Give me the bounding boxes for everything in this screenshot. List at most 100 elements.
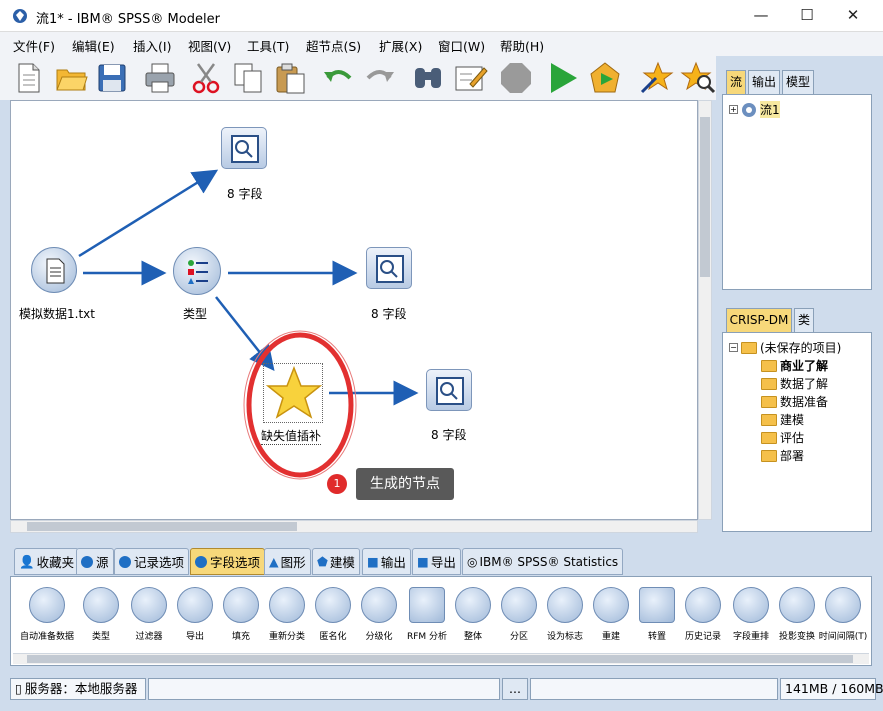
link-source-table <box>78 169 219 258</box>
binoculars-icon[interactable] <box>410 60 446 96</box>
tab-sources[interactable]: 源 <box>76 548 114 575</box>
folder-icon <box>761 395 777 408</box>
statistics-icon: ◎ <box>467 554 478 569</box>
redo-icon[interactable] <box>362 60 398 96</box>
palette-scrollbar[interactable] <box>13 653 869 664</box>
type-node[interactable] <box>173 247 221 295</box>
open-folder-icon[interactable] <box>53 60 89 96</box>
source-node-label: 模拟数据1.txt <box>19 307 95 321</box>
restructure-icon <box>593 587 629 623</box>
project-tree: − (未保存的项目) 商业了解 数据了解 数据准备 建模 评估 部署 <box>722 332 872 532</box>
ensemble-icon <box>455 587 491 623</box>
stream-item[interactable]: + 流1 <box>729 101 780 118</box>
table-icon <box>231 135 259 163</box>
tab-modeling[interactable]: ⬟ 建模 <box>312 548 360 575</box>
project-item[interactable]: 数据准备 <box>761 393 828 410</box>
zoom-star-icon[interactable] <box>680 60 716 96</box>
palette-node[interactable]: 时间间隔(T) <box>813 587 873 642</box>
stream-connections <box>78 169 419 480</box>
binning-icon <box>361 587 397 623</box>
square-icon: ■ <box>367 554 379 569</box>
project-item[interactable]: 部署 <box>761 447 804 464</box>
project-item[interactable]: 商业了解 <box>761 357 828 374</box>
stream-tree: + 流1 <box>722 94 872 290</box>
menu-tools[interactable]: 工具(T) <box>247 36 289 55</box>
run-icon[interactable] <box>545 60 581 96</box>
tab-streams[interactable]: 流 <box>726 70 746 94</box>
project-item[interactable]: 数据了解 <box>761 375 828 392</box>
tab-record-ops[interactable]: 记录选项 <box>114 548 190 575</box>
sources-icon <box>81 555 93 568</box>
project-item[interactable]: 建模 <box>761 411 804 428</box>
scroll-thumb[interactable] <box>27 522 297 531</box>
field-ops-icon <box>195 555 207 568</box>
transpose-icon <box>639 587 675 623</box>
time-intervals-icon <box>825 587 861 623</box>
paste-icon[interactable] <box>272 60 308 96</box>
callout-badge: 1 <box>327 474 347 494</box>
edit-icon[interactable] <box>452 60 488 96</box>
print-icon[interactable] <box>142 60 178 96</box>
maximize-button[interactable]: ☐ <box>784 0 830 32</box>
stop-icon[interactable] <box>498 60 534 96</box>
tab-models[interactable]: 模型 <box>782 70 814 94</box>
reprojection-icon <box>779 587 815 623</box>
server-status[interactable]: ▯ 服务器：本地服务器 <box>10 678 146 700</box>
table-node-top[interactable] <box>221 127 267 169</box>
scroll-thumb[interactable] <box>27 655 853 663</box>
copy-icon[interactable] <box>230 60 266 96</box>
tab-graphs[interactable]: ▲ 图形 <box>264 548 311 575</box>
status-more-button[interactable]: ... <box>502 678 528 700</box>
tab-crisp-dm[interactable]: CRISP-DM <box>726 308 792 332</box>
stream-canvas[interactable]: 8 字段 模拟数据1.txt 类型 8 字段 缺失值插补 8 字段 <box>10 100 698 520</box>
tab-field-ops[interactable]: 字段选项 <box>190 548 266 575</box>
canvas-horizontal-scrollbar[interactable] <box>10 520 698 533</box>
tab-favorites[interactable]: 👤 收藏夹 <box>14 548 80 575</box>
table-node-mid[interactable] <box>366 247 412 289</box>
menu-supernode[interactable]: 超节点(S) <box>306 36 361 55</box>
menu-view[interactable]: 视图(V) <box>188 36 231 55</box>
field-reorder-icon <box>733 587 769 623</box>
menu-file[interactable]: 文件(F) <box>13 36 55 55</box>
derive-icon <box>177 587 213 623</box>
filler-icon <box>223 587 259 623</box>
source-node[interactable] <box>31 247 77 293</box>
cut-icon[interactable] <box>188 60 224 96</box>
menu-extensions[interactable]: 扩展(X) <box>379 36 422 55</box>
wand-star-icon[interactable] <box>638 60 674 96</box>
table-node-bottom[interactable] <box>426 369 472 411</box>
status-spacer <box>530 678 778 700</box>
folder-icon <box>761 359 777 372</box>
close-button[interactable]: ✕ <box>830 0 876 32</box>
undo-icon[interactable] <box>320 60 356 96</box>
generated-supernode[interactable] <box>263 363 323 423</box>
save-icon[interactable] <box>94 60 130 96</box>
table-node-mid-label: 8 字段 <box>371 307 407 321</box>
tab-statistics[interactable]: ◎ IBM® SPSS® Statistics <box>462 548 624 575</box>
run-selection-icon[interactable] <box>587 60 623 96</box>
node-palette: 自动准备数据 类型 过滤器 导出 填充 重新分类 匿名化 分级化 RFM 分析 … <box>10 576 872 666</box>
palette-node[interactable]: 自动准备数据 <box>17 587 77 642</box>
menu-help[interactable]: 帮助(H) <box>500 36 544 55</box>
toolbar <box>0 56 716 100</box>
file-source-icon <box>46 258 65 284</box>
type-icon <box>83 587 119 623</box>
tab-output[interactable]: ■ 输出 <box>362 548 411 575</box>
anonymize-icon <box>315 587 351 623</box>
pentagon-icon: ⬟ <box>317 554 328 569</box>
project-item[interactable]: 评估 <box>761 429 804 446</box>
star-node-icon <box>265 365 323 419</box>
menu-edit[interactable]: 编辑(E) <box>72 36 115 55</box>
table-icon <box>376 255 404 283</box>
menu-window[interactable]: 窗口(W) <box>438 36 485 55</box>
tab-classes[interactable]: 类 <box>794 308 814 332</box>
table-node-bottom-label: 8 字段 <box>431 428 467 442</box>
tab-outputs[interactable]: 输出 <box>748 70 780 94</box>
menu-insert[interactable]: 插入(I) <box>133 36 171 55</box>
project-root[interactable]: − (未保存的项目) <box>729 339 841 356</box>
tab-export[interactable]: ■ 导出 <box>412 548 461 575</box>
scroll-thumb[interactable] <box>700 117 710 277</box>
canvas-vertical-scrollbar[interactable] <box>698 100 712 520</box>
minimize-button[interactable]: — <box>738 0 784 32</box>
new-file-icon[interactable] <box>10 60 46 96</box>
